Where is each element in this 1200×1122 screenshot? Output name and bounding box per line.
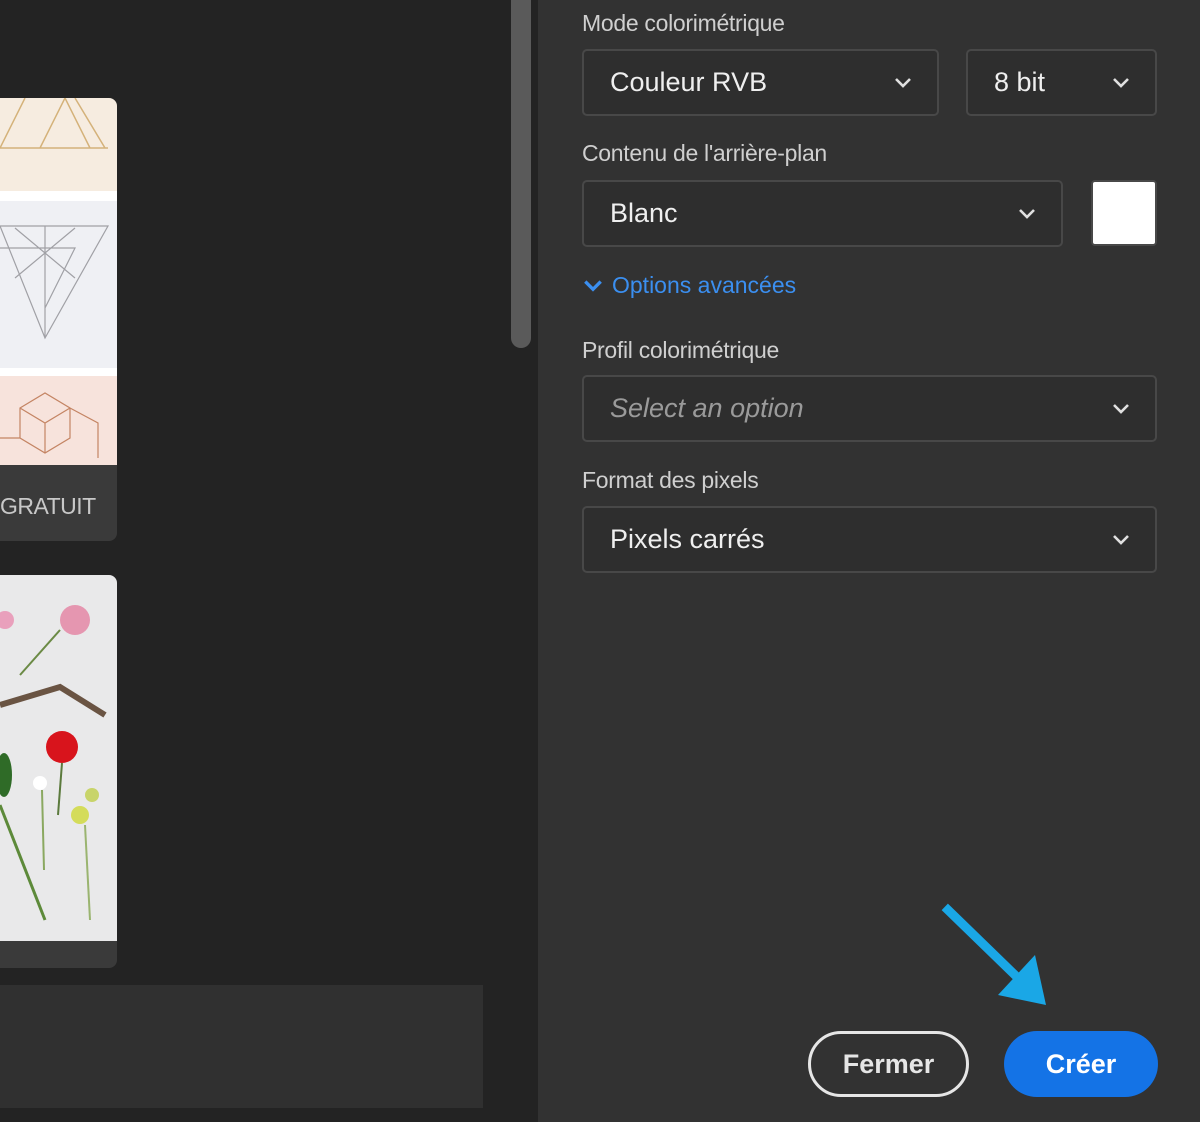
- pixel-format-label: Format des pixels: [582, 467, 759, 493]
- background-select[interactable]: Blanc: [582, 180, 1063, 247]
- bit-depth-select[interactable]: 8 bit: [966, 49, 1157, 116]
- template-card-geometric[interactable]: GRATUIT: [0, 98, 117, 541]
- create-button[interactable]: Créer: [1004, 1031, 1158, 1097]
- document-settings-panel: Mode colorimétrique Couleur RVB 8 bit Co…: [538, 0, 1200, 1122]
- background-color-swatch[interactable]: [1091, 180, 1157, 246]
- close-button[interactable]: Fermer: [808, 1031, 969, 1097]
- background-value: Blanc: [610, 198, 678, 228]
- chevron-down-icon: [1019, 209, 1035, 219]
- color-profile-placeholder: Select an option: [610, 393, 804, 423]
- arrow-annotation-icon: [941, 903, 1046, 1005]
- chevron-down-icon: [584, 279, 602, 292]
- color-mode-value: Couleur RVB: [610, 67, 768, 97]
- color-profile-label: Profil colorimétrique: [582, 337, 779, 363]
- bit-depth-value: 8 bit: [994, 67, 1046, 97]
- chevron-down-icon: [895, 78, 911, 88]
- template-thumbnail: [0, 575, 117, 941]
- background-label: Contenu de l'arrière-plan: [582, 140, 827, 166]
- advanced-options-toggle[interactable]: Options avancées: [582, 272, 796, 299]
- card-price-label: GRATUIT: [0, 493, 96, 519]
- chevron-down-icon: [1113, 404, 1129, 414]
- color-mode-select[interactable]: Couleur RVB: [582, 49, 939, 116]
- color-profile-select[interactable]: Select an option: [582, 375, 1157, 442]
- pixel-format-value: Pixels carrés: [610, 524, 765, 554]
- template-card-flowers[interactable]: [0, 575, 117, 968]
- create-button-label: Créer: [1045, 1048, 1117, 1079]
- chevron-down-icon: [1113, 535, 1129, 545]
- chevron-down-icon: [1113, 78, 1129, 88]
- template-thumbnail: [0, 98, 117, 465]
- pixel-format-select[interactable]: Pixels carrés: [582, 506, 1157, 573]
- gallery-scrollbar[interactable]: [511, 0, 531, 348]
- gallery-footer-bar: [0, 985, 483, 1108]
- advanced-options-label: Options avancées: [612, 272, 797, 298]
- close-button-label: Fermer: [842, 1048, 935, 1079]
- color-mode-label: Mode colorimétrique: [582, 10, 785, 36]
